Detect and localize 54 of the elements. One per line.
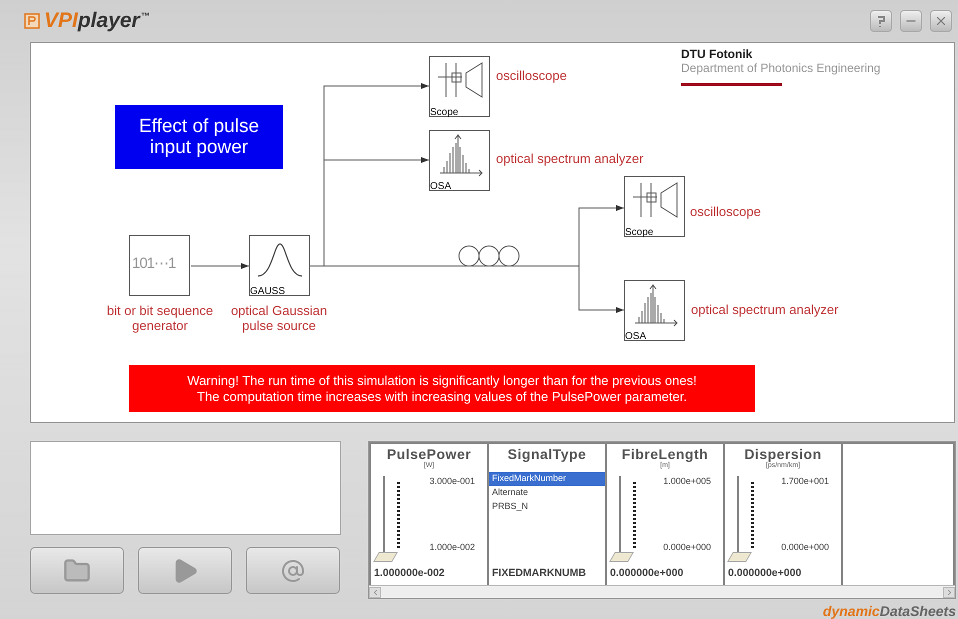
block-label: bit or bit sequence generator — [106, 303, 214, 333]
block-tag: Scope — [625, 227, 654, 238]
block-tag: Scope — [430, 107, 458, 118]
logo-icon — [24, 13, 40, 29]
slider-thumb[interactable] — [609, 552, 634, 562]
slider-ticks — [751, 482, 754, 550]
block-tag: OSA — [430, 181, 452, 192]
parameter-name: Dispersion — [743, 446, 823, 462]
block-symbol: 101⋯1 — [132, 254, 176, 272]
warning-text: The computation time increases with increasing values of the PulsePower parameter. — [197, 388, 687, 404]
slider-ticks — [397, 482, 400, 550]
slider-thumb[interactable] — [727, 552, 752, 562]
list-option[interactable]: Alternate — [489, 486, 605, 500]
max-value: 1.000e+005 — [663, 476, 711, 486]
warning-text: Warning! The run time of this simulation is significantly longer than for the previous ones! — [187, 372, 697, 388]
parameter-value: 1.000000e-002 — [373, 567, 446, 580]
parameter-value: FIXEDMARKNUMB — [491, 567, 587, 580]
parameter-name: FibreLength — [620, 446, 710, 462]
block-label: optical Gaussian pulse source — [230, 303, 328, 333]
block-label: optical spectrum analyzer — [496, 151, 644, 166]
help-button[interactable] — [870, 10, 892, 32]
block-label: optical spectrum analyzer — [691, 302, 838, 317]
close-button[interactable] — [930, 10, 952, 32]
list-option[interactable]: FixedMarkNumber — [489, 472, 605, 486]
block-label: oscilloscope — [496, 68, 567, 83]
fiber-coil-drawing — [456, 246, 522, 266]
minimize-button[interactable] — [900, 10, 922, 32]
slider-thumb[interactable] — [373, 552, 398, 562]
run-button[interactable] — [138, 547, 232, 594]
close-icon — [934, 14, 948, 28]
folder-icon — [63, 556, 91, 584]
open-button[interactable] — [30, 547, 124, 594]
block-label: oscilloscope — [690, 204, 761, 219]
block-tag: GAUSS — [250, 286, 286, 297]
email-button[interactable] — [246, 547, 340, 594]
parameter-value: 0.000000e+000 — [727, 567, 802, 580]
min-value: 0.000e+000 — [663, 542, 711, 552]
parameter-name: PulsePower — [386, 446, 472, 462]
app-logo: VPIplayer$^{™}$ — [24, 9, 150, 33]
min-value: 0.000e+000 — [781, 542, 829, 552]
org-name: DTU Fotonik — [681, 47, 754, 61]
block-tag: OSA — [625, 331, 646, 342]
max-value: 1.700e+001 — [781, 476, 829, 486]
parameter-value: 0.000000e+000 — [609, 567, 684, 580]
parameter-name: SignalType — [506, 446, 588, 462]
footer-logo: dynamicDataSheets — [822, 603, 956, 619]
at-sign-icon — [281, 558, 305, 582]
department-name: Department of Photonics Engineering — [681, 61, 880, 75]
help-icon — [876, 14, 886, 28]
list-option[interactable]: PRBS_N — [489, 500, 605, 514]
max-value: 3.000e-001 — [429, 476, 475, 486]
min-value: 1.000e-002 — [429, 542, 475, 552]
diagram-title: Effect of pulse input power — [115, 105, 283, 169]
slider-ticks — [633, 482, 636, 550]
